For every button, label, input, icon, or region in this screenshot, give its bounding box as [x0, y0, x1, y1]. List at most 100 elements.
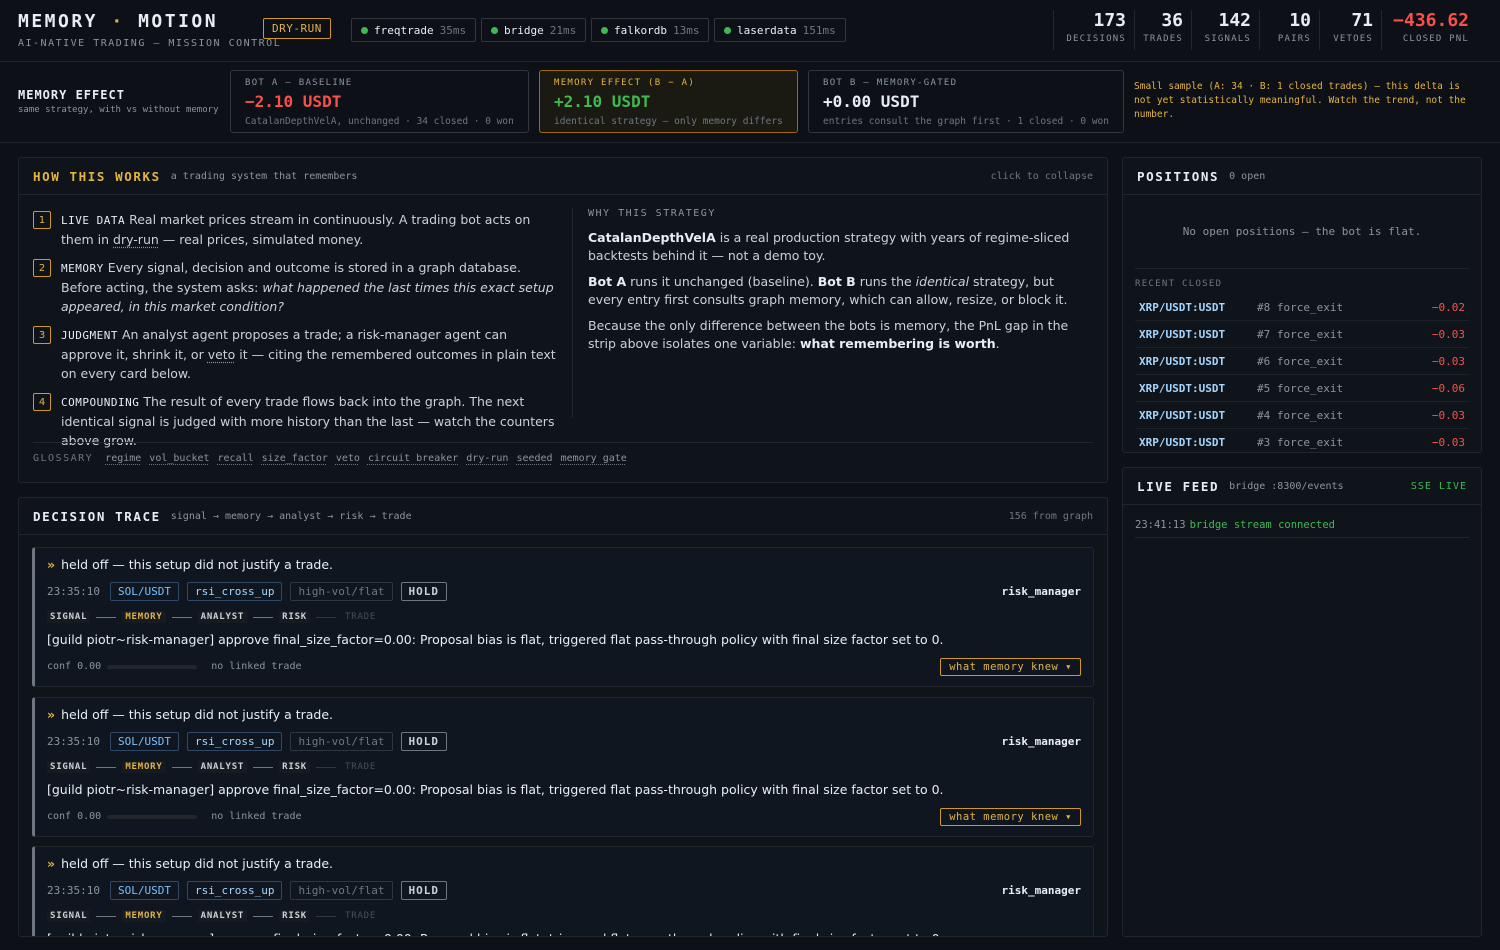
- decision-card[interactable]: » held off — this setup did not justify a…: [32, 846, 1094, 936]
- top-bar: MEMORY · MOTION AI-NATIVE TRADING — MISS…: [0, 0, 1500, 62]
- recent-closed-list: XRP/USDT:USDT #8 force_exit −0.02 XRP/USDT:…: [1135, 294, 1469, 452]
- panel-title: POSITIONS: [1137, 168, 1220, 184]
- closed-trade-pair: XRP/USDT:USDT: [1139, 300, 1226, 314]
- step-item: 3 JUDGMENT An analyst agent proposes a tr…: [33, 325, 558, 383]
- pipeline-connector: [171, 766, 192, 768]
- positions-panel: POSITIONS 0 open No open positions — the…: [1122, 157, 1482, 453]
- pipeline-stage: ANALYST: [197, 910, 248, 922]
- pipeline-stages: SIGNAL MEMORY ANALYST RISK TRADE: [47, 761, 379, 773]
- chevron-right-icon: »: [47, 557, 56, 572]
- pipeline-connector: [253, 766, 274, 768]
- glossary-term[interactable]: seeded: [516, 453, 552, 464]
- linked-trade: no linked trade: [211, 811, 302, 822]
- decision-actor: risk_manager: [1001, 884, 1081, 897]
- why-paragraph: Because the only difference between the …: [588, 318, 1069, 351]
- open-count: 0 open: [1229, 170, 1266, 182]
- panel-subtitle: signal → memory → analyst → risk → trade: [170, 510, 412, 522]
- glossary-term[interactable]: dry-run: [466, 453, 508, 464]
- glossary-term[interactable]: regime: [105, 453, 141, 464]
- glossary-term[interactable]: recall: [218, 453, 254, 464]
- positions-header: POSITIONS 0 open: [1123, 158, 1481, 195]
- pipeline-stage: RISK: [279, 761, 311, 773]
- glossary-term-veto[interactable]: veto: [208, 347, 236, 362]
- glossary-term[interactable]: circuit breaker: [368, 453, 458, 464]
- pipeline-stage: SIGNAL: [47, 910, 91, 922]
- how-panel-header[interactable]: HOW THIS WORKS a trading system that rem…: [19, 158, 1107, 195]
- closed-trade-id: #3 force_exit: [1257, 435, 1344, 449]
- glossary-term[interactable]: size_factor: [262, 453, 328, 464]
- closed-trade-row[interactable]: XRP/USDT:USDT #6 force_exit −0.03: [1135, 348, 1469, 375]
- closed-trade-pair: XRP/USDT:USDT: [1139, 354, 1226, 368]
- linked-trade: no linked trade: [211, 661, 302, 672]
- glossary-term[interactable]: vol_bucket: [149, 453, 209, 464]
- pipeline-connector: [171, 616, 192, 618]
- what-memory-knew-button[interactable]: what memory knew ▾: [940, 808, 1081, 826]
- closed-trade-pnl: −0.06: [1431, 381, 1465, 395]
- decision-meta-row: 23:35:10 SOL/USDT rsi_cross_up high-vol/fla…: [47, 881, 448, 900]
- stat-vetoes: 71 VETOES: [1319, 10, 1381, 50]
- sse-status-badge: SSE LIVE: [1410, 480, 1467, 492]
- closed-trade-id: #7 force_exit: [1257, 327, 1344, 341]
- pipeline-stage: ANALYST: [197, 761, 248, 773]
- closed-trade-id: #4 force_exit: [1257, 408, 1344, 422]
- panel-title: DECISION TRACE: [33, 508, 161, 524]
- app-subtitle: AI-NATIVE TRADING — MISSION CONTROL: [18, 38, 282, 49]
- pipeline-connector: [316, 915, 337, 917]
- decision-time: 23:35:10: [47, 884, 100, 897]
- glossary-term-dry-run[interactable]: dry-run: [113, 232, 159, 247]
- closed-trade-pair: XRP/USDT:USDT: [1139, 381, 1226, 395]
- stat-signals: 142 SIGNALS: [1191, 10, 1259, 50]
- pipeline-stage: TRADE: [345, 762, 377, 772]
- what-memory-knew-button[interactable]: what memory knew ▾: [940, 658, 1081, 676]
- stat-closed-pnl: −436.62 CLOSED PNL: [1381, 10, 1477, 50]
- pipeline-stage: MEMORY: [122, 910, 166, 922]
- closed-trade-pair: XRP/USDT:USDT: [1139, 435, 1226, 449]
- confidence-label: conf 0.00: [47, 661, 102, 672]
- pipeline-stage: RISK: [279, 611, 311, 623]
- decision-actor: risk_manager: [1001, 585, 1081, 598]
- closed-trade-pnl: −0.03: [1431, 327, 1465, 341]
- why-heading: WHY THIS STRATEGY: [588, 208, 716, 219]
- signal-chip: rsi_cross_up: [186, 881, 283, 900]
- decision-trace-panel: DECISION TRACE signal → memory → analyst…: [18, 497, 1108, 937]
- glossary-term[interactable]: veto: [336, 453, 360, 464]
- regime-chip: high-vol/flat: [290, 732, 393, 751]
- confidence-bar: [107, 664, 198, 669]
- why-paragraph: CatalanDepthVelA is a real production st…: [588, 230, 1070, 263]
- service-status-falkordb: falkordb 13ms: [591, 18, 710, 42]
- stat-pairs: 10 PAIRS: [1259, 10, 1319, 50]
- pair-chip: SOL/USDT: [109, 582, 179, 601]
- closed-trade-pnl: −0.03: [1431, 408, 1465, 422]
- service-status-laserdata: laserdata 151ms: [714, 18, 846, 42]
- memory-effect-delta-card: MEMORY EFFECT (B − A) +2.10 USDT identic…: [539, 70, 798, 133]
- feed-event-time: 23:41:13: [1135, 519, 1186, 531]
- memory-effect-label: MEMORY EFFECT same strategy, with vs wit…: [18, 88, 219, 115]
- memory-effect-strip: MEMORY EFFECT same strategy, with vs wit…: [0, 62, 1500, 143]
- decision-card[interactable]: » held off — this setup did not justify a…: [32, 547, 1094, 687]
- confidence-bar: [107, 814, 198, 819]
- glossary-term[interactable]: memory gate: [561, 453, 627, 464]
- collapse-toggle[interactable]: click to collapse: [991, 171, 1093, 182]
- closed-trade-row[interactable]: XRP/USDT:USDT #3 force_exit −0.03: [1135, 429, 1469, 452]
- live-feed-panel: LIVE FEED bridge :8300/events SSE LIVE 2…: [1122, 467, 1482, 937]
- decision-reason: [guild piotr~risk-manager] approve final…: [47, 782, 944, 797]
- closed-trade-pair: XRP/USDT:USDT: [1139, 408, 1226, 422]
- decision-reason: [guild piotr~risk-manager] approve final…: [47, 632, 944, 647]
- pipeline-connector: [96, 616, 117, 618]
- glossary: GLOSSARY regime vol_bucket recall size_f…: [33, 442, 1093, 464]
- feed-event-message: bridge stream connected: [1189, 519, 1335, 531]
- decision-time: 23:35:10: [47, 585, 100, 598]
- how-this-works-panel: HOW THIS WORKS a trading system that rem…: [18, 157, 1108, 483]
- decision-card[interactable]: » held off — this setup did not justify a…: [32, 697, 1094, 837]
- panel-title: HOW THIS WORKS: [33, 168, 161, 184]
- closed-trade-row[interactable]: XRP/USDT:USDT #5 force_exit −0.06: [1135, 375, 1469, 402]
- pipeline-stage: MEMORY: [122, 611, 166, 623]
- closed-trade-row[interactable]: XRP/USDT:USDT #7 force_exit −0.03: [1135, 321, 1469, 348]
- app-title: MEMORY · MOTION: [18, 11, 219, 32]
- closed-trade-row[interactable]: XRP/USDT:USDT #4 force_exit −0.03: [1135, 402, 1469, 429]
- decision-actor: risk_manager: [1001, 735, 1081, 748]
- decision-meta-row: 23:35:10 SOL/USDT rsi_cross_up high-vol/fla…: [47, 582, 448, 601]
- pipeline-stage: TRADE: [345, 612, 377, 622]
- pipeline-stage: TRADE: [345, 911, 377, 921]
- closed-trade-row[interactable]: XRP/USDT:USDT #8 force_exit −0.02: [1135, 294, 1469, 321]
